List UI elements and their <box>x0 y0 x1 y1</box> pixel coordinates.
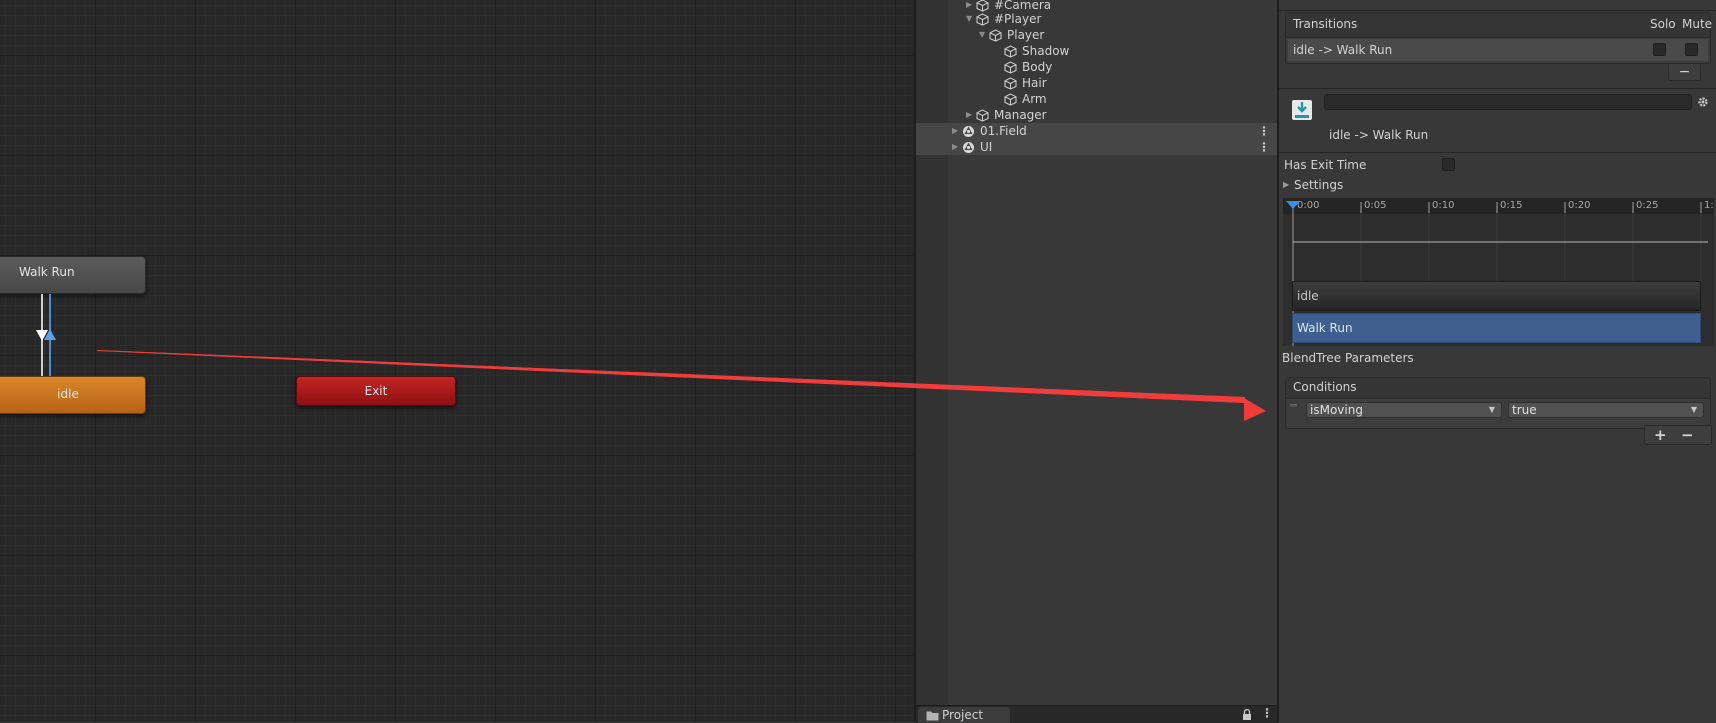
transition-row-label: idle -> Walk Run <box>1293 43 1393 57</box>
gear-icon[interactable] <box>1697 96 1709 108</box>
timeline-clip-idle[interactable]: idle <box>1292 281 1701 311</box>
expand-arrow-icon[interactable]: ▶ <box>952 139 958 155</box>
chevron-down-icon: ▼ <box>1690 405 1697 414</box>
timeline-clip-walk-run-label: Walk Run <box>1297 321 1353 335</box>
gameobject-cube-icon <box>1004 93 1017 106</box>
blendtree-parameters-label: BlendTree Parameters <box>1282 351 1414 365</box>
timeline-clip-idle-label: idle <box>1297 289 1319 303</box>
hierarchy-item-label: Player <box>1007 28 1045 42</box>
inspector-panel: Transitions Solo Mute idle -> Walk Run −… <box>1279 0 1716 722</box>
hierarchy-item-manager[interactable]: ▶ Manager <box>916 107 1278 123</box>
animator-graph[interactable]: Walk Run idle Exit <box>0 0 915 722</box>
hierarchy-scene-field[interactable]: ▶ 01.Field ⋮ <box>916 123 1278 139</box>
settings-foldout-label[interactable]: Settings <box>1294 178 1343 192</box>
expand-arrow-icon[interactable]: ▶ <box>1283 180 1289 189</box>
transition-row[interactable]: idle -> Walk Run <box>1288 39 1708 61</box>
more-options-icon[interactable]: ⋮ <box>1258 123 1270 139</box>
add-condition-button[interactable]: + <box>1654 426 1667 444</box>
tab-project-label: Project <box>942 708 984 722</box>
chevron-down-icon: ▼ <box>1488 405 1495 414</box>
mute-checkbox[interactable] <box>1685 43 1698 56</box>
transition-title: idle -> Walk Run <box>1329 128 1429 142</box>
condition-parameter-value: isMoving <box>1310 403 1363 417</box>
expand-arrow-icon[interactable]: ▶ <box>952 123 958 139</box>
project-tab-bar: Project ⋮ <box>916 705 1278 723</box>
timeline-clip-walk-run[interactable]: Walk Run <box>1292 313 1701 343</box>
condition-parameter-dropdown[interactable]: isMoving ▼ <box>1306 402 1502 418</box>
more-options-icon[interactable]: ⋮ <box>1258 139 1270 155</box>
gameobject-cube-icon <box>1004 61 1017 74</box>
transition-asset-icon <box>1292 100 1312 120</box>
hierarchy-item-label: #Player <box>994 12 1042 26</box>
conditions-list: Conditions ═ isMoving ▼ true ▼ <box>1285 377 1711 429</box>
transitions-title: Transitions <box>1293 17 1358 31</box>
hierarchy-item-label: UI <box>980 140 993 154</box>
hierarchy-item-arm[interactable]: Arm <box>916 91 1278 107</box>
unity-scene-icon <box>963 126 974 137</box>
hierarchy-item-label: 01.Field <box>980 124 1027 138</box>
hierarchy-item-shadow[interactable]: Shadow <box>916 43 1278 59</box>
hierarchy-item-hair[interactable]: Hair <box>916 75 1278 91</box>
expand-arrow-icon[interactable]: ▶ <box>966 107 972 123</box>
divider <box>1279 152 1716 153</box>
divider <box>1279 88 1716 89</box>
hierarchy-item-label: Hair <box>1022 76 1047 90</box>
hierarchy-item-label: Manager <box>994 108 1047 122</box>
mute-column-label: Mute <box>1682 17 1713 31</box>
remove-condition-button[interactable]: − <box>1681 426 1694 444</box>
transition-lines[interactable] <box>0 0 915 722</box>
hierarchy-item-body[interactable]: Body <box>916 59 1278 75</box>
divider <box>1279 10 1716 11</box>
hierarchy-panel: ▶ #Camera ▼ #Player ▼ Player Shadow Body… <box>916 0 1278 705</box>
hierarchy-item-label: Body <box>1022 60 1053 74</box>
unity-scene-icon <box>963 142 974 153</box>
hierarchy-item-label: Arm <box>1022 92 1047 106</box>
has-exit-time-checkbox[interactable] <box>1442 158 1455 171</box>
gameobject-cube-icon <box>1004 45 1017 58</box>
transition-name-field[interactable] <box>1324 94 1692 110</box>
gameobject-cube-icon <box>976 109 989 122</box>
condition-value-text: true <box>1512 403 1537 417</box>
lock-icon[interactable] <box>1242 709 1252 720</box>
more-options-icon[interactable]: ⋮ <box>1261 706 1273 720</box>
hierarchy-item-player[interactable]: ▼ Player <box>916 27 1278 43</box>
remove-transition-button[interactable]: − <box>1668 63 1701 81</box>
tab-project[interactable]: Project <box>918 707 1010 723</box>
gameobject-cube-icon <box>976 13 989 26</box>
collapse-arrow-icon[interactable]: ▼ <box>966 11 972 27</box>
condition-buttons: + − <box>1644 425 1712 445</box>
hierarchy-scene-ui[interactable]: ▶ UI ⋮ <box>916 139 1278 155</box>
conditions-header: Conditions <box>1286 378 1710 399</box>
hierarchy-item-player-group[interactable]: ▼ #Player <box>916 11 1278 27</box>
drag-handle-icon[interactable]: ═ <box>1290 399 1297 412</box>
transition-timeline[interactable]: 0:00 0:05 0:10 0:15 0:20 0:25 1: idle Wa… <box>1283 198 1714 346</box>
transitions-header: Transitions Solo Mute <box>1286 13 1713 38</box>
solo-column-label: Solo <box>1650 17 1676 31</box>
hierarchy-item-label: Shadow <box>1022 44 1070 58</box>
gameobject-cube-icon <box>1004 77 1017 90</box>
solo-checkbox[interactable] <box>1653 43 1666 56</box>
folder-icon <box>926 711 939 721</box>
gameobject-cube-icon <box>989 29 1002 42</box>
has-exit-time-label: Has Exit Time <box>1284 158 1367 172</box>
transitions-list: Transitions Solo Mute idle -> Walk Run <box>1285 12 1713 64</box>
condition-value-dropdown[interactable]: true ▼ <box>1508 402 1704 418</box>
conditions-title: Conditions <box>1293 380 1357 394</box>
collapse-arrow-icon[interactable]: ▼ <box>979 27 985 43</box>
